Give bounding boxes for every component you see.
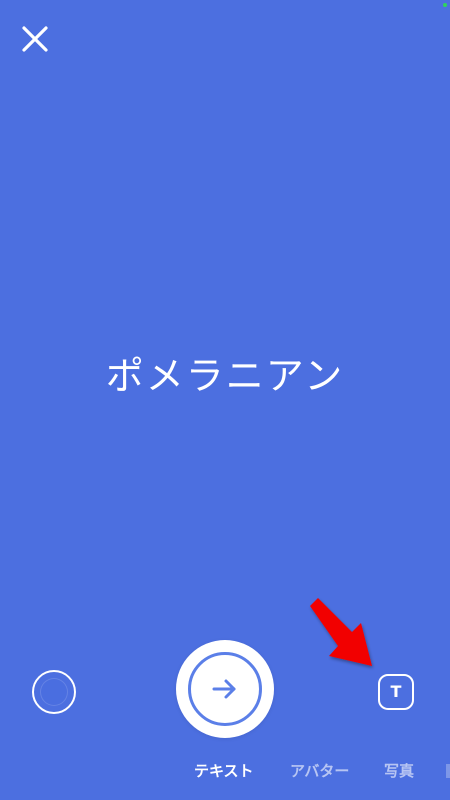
tab-photo[interactable]: 写真 [384, 761, 414, 781]
background-color-swatch [40, 678, 68, 706]
tab-avatar[interactable]: アバター [290, 761, 349, 781]
tab-overflow-indicator [446, 764, 450, 778]
red-arrow-icon [310, 598, 372, 666]
submit-button[interactable] [176, 640, 274, 738]
submit-button-ring [188, 652, 262, 726]
close-button[interactable] [18, 22, 52, 56]
background-color-button[interactable] [32, 670, 76, 714]
arrow-right-icon [212, 679, 236, 699]
story-text[interactable]: ポメラニアン [0, 348, 450, 404]
text-style-icon: T [390, 682, 402, 701]
status-indicator-dot [443, 3, 447, 7]
mode-tabs: テキスト アバター 写真 [0, 761, 450, 785]
story-editor-screen: ポメラニアン T テキスト アバター 写真 [0, 0, 450, 800]
text-style-button[interactable]: T [378, 674, 414, 710]
tab-text[interactable]: テキスト [194, 761, 254, 781]
close-icon [22, 26, 48, 52]
